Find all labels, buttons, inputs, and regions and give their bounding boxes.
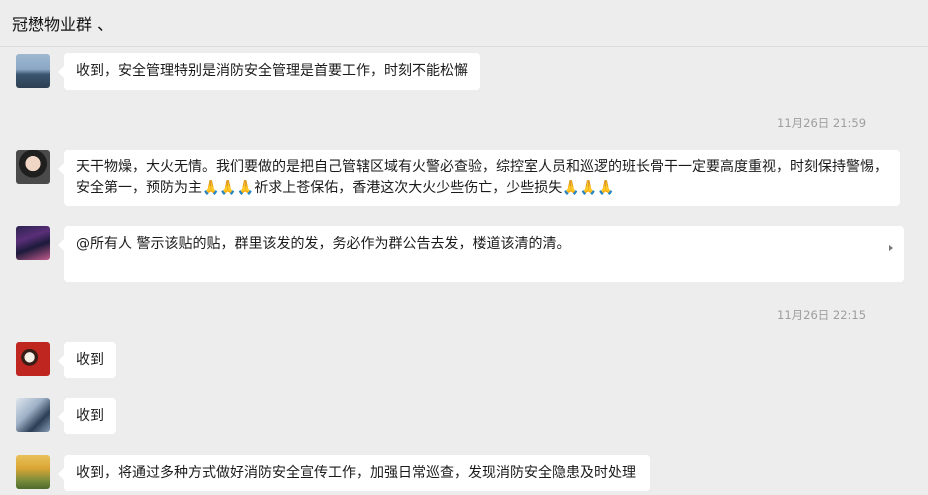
avatar[interactable] [16,226,50,260]
message-text: 天干物燥，大火无情。我们要做的是把自己管辖区域有火警必查验，综控室人员和巡逻的班… [76,159,888,196]
avatar[interactable] [16,455,50,489]
message-bubble[interactable]: @所有人 警示该贴的贴，群里该发的发，务必作为群公告去发，楼道该清的清。 [58,226,904,282]
message-text: @所有人 警示该贴的贴，群里该发的发，务必作为群公告去发，楼道该清的清。 [76,236,571,252]
avatar[interactable] [16,54,50,88]
message-bubble[interactable]: 收到 [58,342,116,378]
message-text: 收到 [76,408,104,424]
message-text: 收到 [76,352,104,368]
avatar[interactable] [16,150,50,184]
avatar[interactable] [16,398,50,432]
message-text: 收到，安全管理特别是消防安全管理是首要工作，时刻不能松懈 [76,63,468,79]
cursor-mark [889,245,893,251]
message-bubble[interactable]: 收到 [58,398,116,434]
timestamp: 11月26日 21:59 [777,116,867,130]
message-bubble[interactable]: 收到，将通过多种方式做好消防安全宣传工作，加强日常巡查，发现消防安全隐患及时处理 [58,455,650,491]
message-bubble[interactable]: 收到，安全管理特别是消防安全管理是首要工作，时刻不能松懈 [58,53,480,90]
timestamp: 11月26日 22:15 [777,308,867,322]
message-text: 收到，将通过多种方式做好消防安全宣传工作，加强日常巡查，发现消防安全隐患及时处理 [76,465,636,481]
message-bubble[interactable]: 天干物燥，大火无情。我们要做的是把自己管辖区域有火警必查验，综控室人员和巡逻的班… [58,150,900,206]
avatar[interactable] [16,342,50,376]
group-title[interactable]: 冠懋物业群 、 [12,11,113,35]
chat-header: 冠懋物业群 、 [0,0,928,47]
